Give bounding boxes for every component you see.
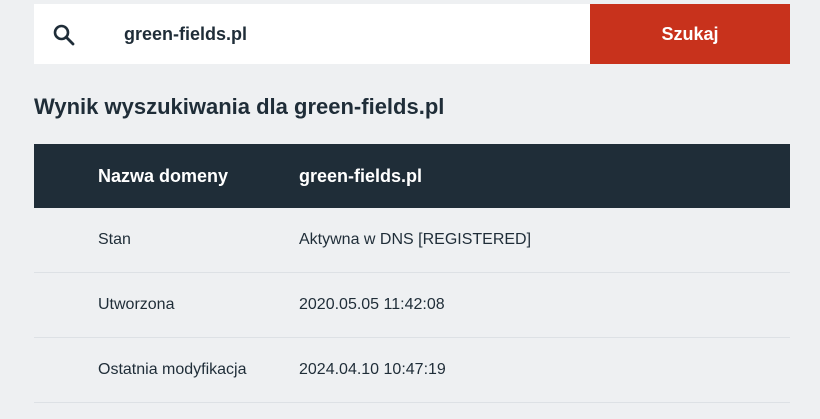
search-input[interactable] <box>124 4 590 64</box>
search-icon[interactable] <box>52 23 76 47</box>
row-value: 2020.05.05 11:42:08 <box>299 296 445 313</box>
result-heading: Wynik wyszukiwania dla green-fields.pl <box>34 94 445 119</box>
row-value: 2024.04.10 10:47:19 <box>299 361 446 378</box>
header-value: green-fields.pl <box>299 165 423 186</box>
search-box <box>34 4 590 64</box>
search-bar: Szukaj <box>34 4 790 64</box>
row-label: Stan <box>98 231 131 248</box>
row-label: Utworzona <box>98 296 175 313</box>
table-row-modified: Ostatnia modyfikacja 2024.04.10 10:47:19 <box>34 338 790 403</box>
table-row-status: Stan Aktywna w DNS [REGISTERED] <box>34 208 790 273</box>
row-value: Aktywna w DNS [REGISTERED] <box>299 231 532 248</box>
table-row-created: Utworzona 2020.05.05 11:42:08 <box>34 273 790 338</box>
search-button[interactable]: Szukaj <box>590 4 790 64</box>
header-label: Nazwa domeny <box>98 165 229 186</box>
row-label: Ostatnia modyfikacja <box>98 361 247 378</box>
table-header: Nazwa domeny green-fields.pl <box>34 144 790 208</box>
result-table: Nazwa domeny green-fields.pl Stan Aktywn… <box>34 144 790 403</box>
